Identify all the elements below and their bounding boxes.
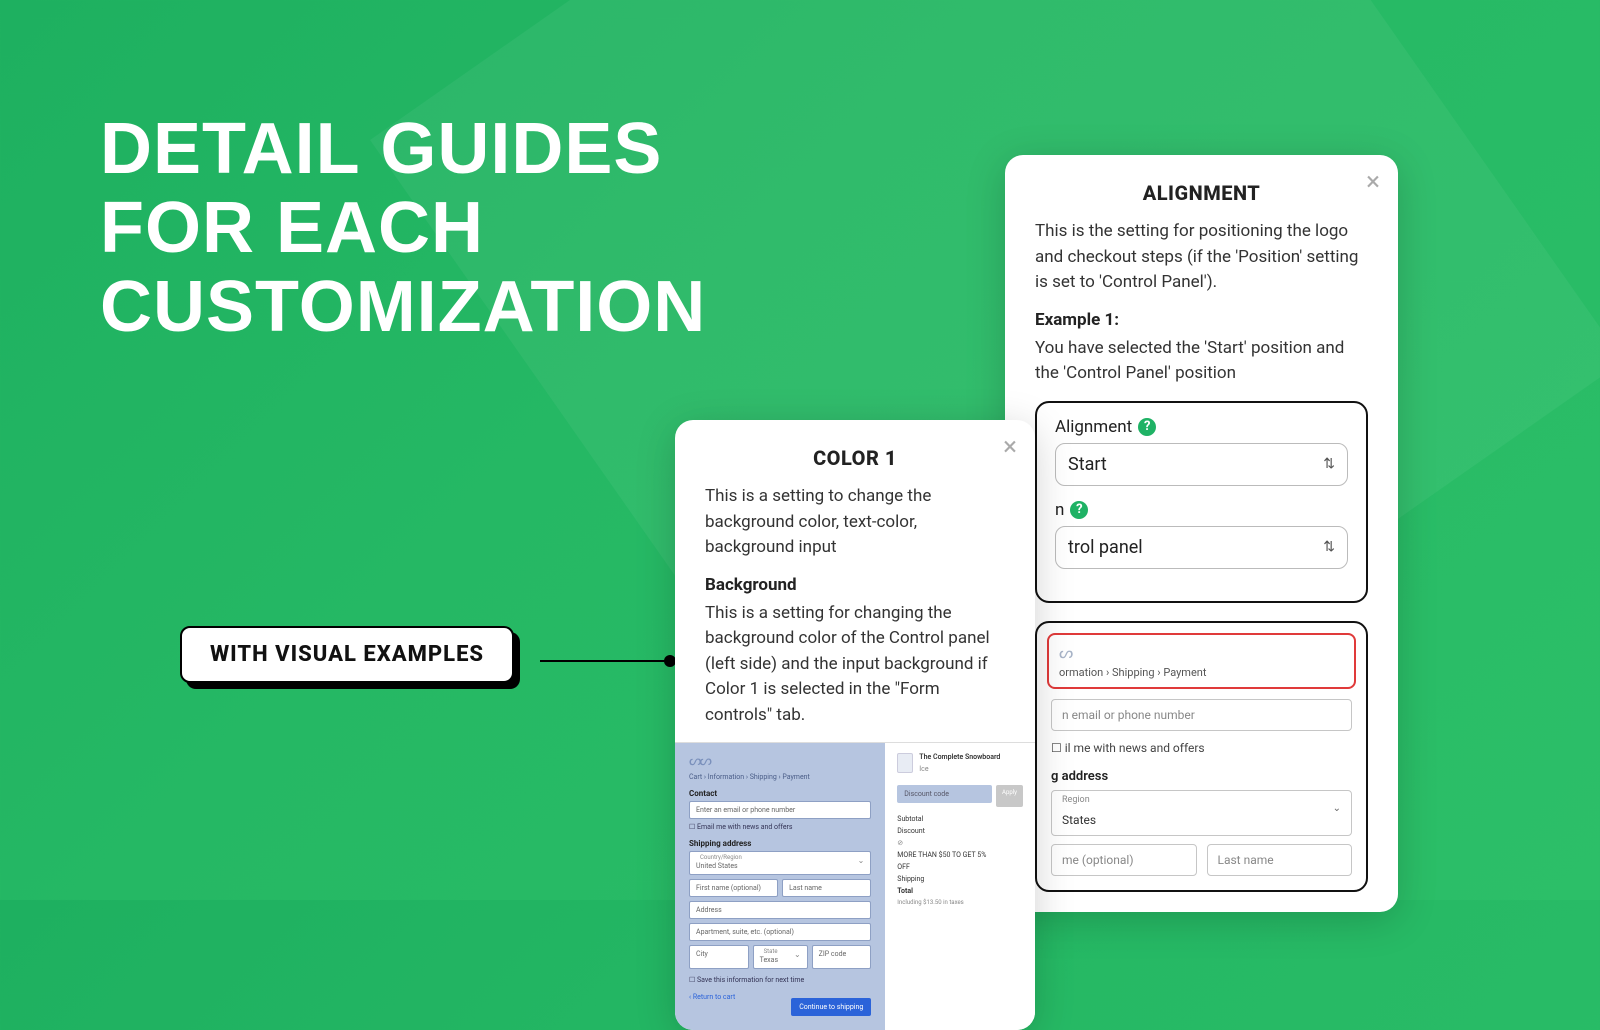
country-select[interactable]: Country/Region United States ⌄	[689, 851, 871, 875]
headline-line-2: FOR EACH	[100, 189, 706, 268]
chevron-down-icon: ⌄	[1333, 803, 1341, 814]
close-icon[interactable]: ×	[1003, 434, 1017, 460]
background-desc: This is a setting for changing the backg…	[705, 601, 1005, 729]
chevron-down-icon: ⌄	[858, 856, 865, 865]
zip-field[interactable]: ZIP code	[812, 945, 872, 969]
chevron-updown-icon: ⇅	[1323, 456, 1335, 472]
alignment-desc: This is the setting for positioning the …	[1035, 219, 1368, 296]
help-icon[interactable]: ?	[1070, 501, 1088, 519]
discount-code-field[interactable]: Discount code	[897, 785, 992, 803]
address-field[interactable]: Address	[689, 901, 871, 919]
alignment-title: ALIGNMENT	[1035, 181, 1368, 205]
chevron-updown-icon: ⇅	[1323, 539, 1335, 555]
example-label: Example 1:	[1035, 310, 1368, 330]
connector-line	[540, 660, 670, 662]
color1-help-card: × COLOR 1 This is a setting to change th…	[675, 420, 1035, 1030]
preview-header-highlight: ᔕ ormation › Shipping › Payment	[1047, 633, 1356, 689]
close-icon[interactable]: ×	[1366, 169, 1380, 195]
email-field[interactable]: Enter an email or phone number	[689, 801, 871, 819]
product-thumb	[897, 753, 913, 773]
color1-desc: This is a setting to change the backgrou…	[705, 484, 1005, 561]
headline-line-1: DETAIL GUIDES	[100, 110, 706, 189]
first-name-field[interactable]: me (optional)	[1051, 844, 1197, 876]
news-checkbox-label[interactable]: ☐ il me with news and offers	[1051, 741, 1352, 755]
continue-button[interactable]: Continue to shipping	[791, 998, 871, 1016]
logo-icon: ᔕᔕ	[689, 753, 871, 769]
state-select[interactable]: State Texas⌄	[753, 945, 808, 969]
mock-control-panel: ᔕᔕ Cart › Information › Shipping › Payme…	[675, 743, 885, 1030]
visual-examples-badge: WITH VISUAL EXAMPLES	[180, 626, 514, 683]
headline-line-3: CUSTOMIZATION	[100, 268, 706, 347]
breadcrumb: ormation › Shipping › Payment	[1059, 666, 1344, 679]
email-field[interactable]: n email or phone number	[1051, 699, 1352, 731]
last-name-field[interactable]: Last name	[782, 879, 871, 897]
alignment-settings-panel: Alignment ? Start ⇅ n ? trol panel ⇅	[1035, 401, 1368, 603]
headline: DETAIL GUIDES FOR EACH CUSTOMIZATION	[100, 110, 706, 348]
country-select[interactable]: Region States ⌄	[1051, 790, 1352, 836]
apartment-field[interactable]: Apartment, suite, etc. (optional)	[689, 923, 871, 941]
city-field[interactable]: City	[689, 945, 749, 969]
alignment-preview: ᔕ ormation › Shipping › Payment n email …	[1035, 621, 1368, 892]
mock-order-summary: The Complete Snowboard Ice Discount code…	[885, 743, 1035, 1030]
position-field-label-partial: n ?	[1055, 500, 1348, 520]
return-to-cart-link[interactable]: ‹ Return to cart	[689, 993, 735, 1001]
alignment-field-label: Alignment ?	[1055, 417, 1348, 437]
save-info-checkbox[interactable]: ☐ Save this information for next time	[689, 976, 871, 984]
apply-button[interactable]: Apply	[996, 785, 1023, 807]
breadcrumb: Cart › Information › Shipping › Payment	[689, 773, 871, 781]
first-name-field[interactable]: First name (optional)	[689, 879, 778, 897]
shipping-section-label: g address	[1051, 769, 1352, 784]
chevron-down-icon: ⌄	[794, 950, 801, 959]
checkout-mock-preview: ᔕᔕ Cart › Information › Shipping › Payme…	[675, 742, 1035, 1030]
alignment-help-card: × ALIGNMENT This is the setting for posi…	[1005, 155, 1398, 912]
news-checkbox-label[interactable]: ☐ Email me with news and offers	[689, 823, 871, 831]
alignment-select[interactable]: Start ⇅	[1055, 443, 1348, 486]
help-icon[interactable]: ?	[1138, 418, 1156, 436]
badge-wrap: WITH VISUAL EXAMPLES	[180, 626, 514, 683]
example-desc: You have selected the 'Start' position a…	[1035, 336, 1368, 387]
color1-title: COLOR 1	[705, 446, 1005, 470]
logo-icon: ᔕ	[1059, 643, 1344, 662]
background-label: Background	[705, 575, 1005, 595]
last-name-field[interactable]: Last name	[1207, 844, 1353, 876]
position-select[interactable]: trol panel ⇅	[1055, 526, 1348, 569]
